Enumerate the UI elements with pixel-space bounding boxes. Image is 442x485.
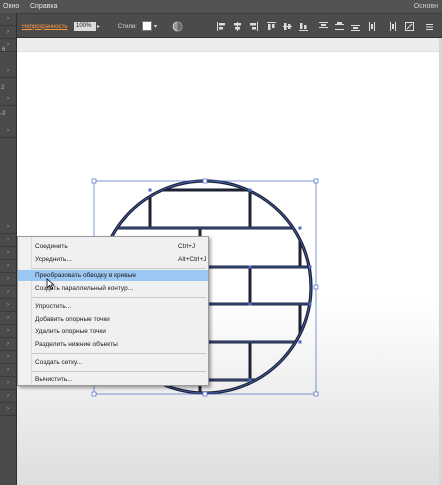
- context-menu: Соединить Ctrl+J Усреднить... Alt+Ctrl+J…: [17, 236, 209, 386]
- menu-item-label: Усреднить...: [35, 256, 72, 263]
- menu-item-shortcut: Ctrl+J: [178, 243, 196, 250]
- menu-item-label: Вычистить...: [35, 376, 73, 383]
- menu-item-remove-anchor-points[interactable]: Удалить опорные точки: [18, 326, 208, 337]
- menu-item-label: Разделить нижние объекты: [35, 341, 118, 348]
- menu-item-divide-objects-below[interactable]: Разделить нижние объекты: [18, 339, 208, 350]
- menu-item-split-into-grid[interactable]: Создать сетку...: [18, 357, 208, 368]
- mouse-pointer-icon: [46, 278, 55, 290]
- menu-item-average[interactable]: Усреднить... Alt+Ctrl+J: [18, 254, 208, 265]
- menu-item-simplify[interactable]: Упростить...: [18, 301, 208, 312]
- menu-item-join[interactable]: Соединить Ctrl+J: [18, 241, 208, 252]
- menu-item-label: Удалить опорные точки: [35, 328, 106, 335]
- menu-item-label: Упростить...: [35, 303, 72, 310]
- menu-item-shortcut: Alt+Ctrl+J: [178, 256, 207, 263]
- menu-separator: [32, 353, 206, 354]
- menu-separator: [32, 371, 206, 372]
- menu-item-label: Создать сетку...: [35, 359, 83, 366]
- menu-item-clean-up[interactable]: Вычистить...: [18, 374, 208, 385]
- menu-separator: [32, 297, 206, 298]
- menu-item-label: Соединить: [35, 243, 68, 250]
- menu-item-add-anchor-points[interactable]: Добавить опорные точки: [18, 314, 208, 325]
- menu-item-label: Добавить опорные точки: [35, 316, 110, 323]
- menu-separator: [32, 268, 206, 269]
